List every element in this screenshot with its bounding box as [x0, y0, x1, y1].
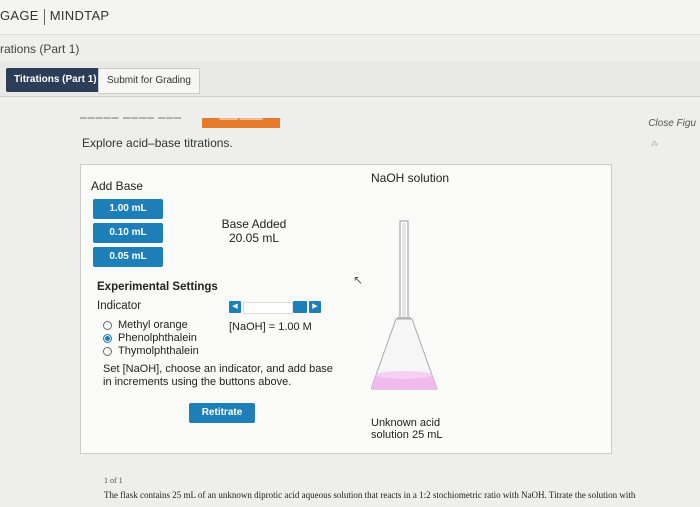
tab-bar: Titrations (Part 1) Submit for Grading [0, 62, 700, 97]
sim-icon: ⁂ [651, 141, 658, 148]
naoh-solution-label: NaOH solution [371, 171, 450, 185]
intro-text: Explore acid–base titrations. [82, 136, 233, 150]
page-number: 1 of 1 [104, 476, 123, 485]
interactive-figure-link[interactable]: ▔▔▔▔▔ ▔▔▔▔ ▔▔▔ [80, 118, 182, 129]
indicator-thymolphthalein[interactable]: Thymolphthalein [103, 345, 199, 357]
slider-track[interactable] [243, 302, 293, 314]
add-0-1-ml-button[interactable]: 0.10 mL [93, 223, 163, 243]
settings-title: Experimental Settings [97, 281, 218, 293]
add-base-label: Add Base [91, 179, 144, 193]
brand-cengage: GAGE [0, 8, 39, 23]
unknown-acid-name: Unknown acid [371, 417, 441, 429]
retitrate-button[interactable]: Retitrate [189, 403, 255, 423]
unknown-acid-label: Unknown acid solution 25 mL [371, 417, 443, 441]
base-added-value: 20.05 mL [228, 231, 280, 245]
base-added-readout: Base Added 20.05 mL [219, 217, 289, 245]
unknown-acid-volume: solution 25 mL [371, 429, 443, 441]
brand-mindtap: MINDTAP [49, 8, 110, 23]
slider-thumb[interactable] [293, 301, 307, 313]
chevron-left-icon[interactable]: ◀ [229, 301, 241, 313]
indicator-option-label: Phenolphthalein [118, 332, 197, 344]
tab-titrations-part-1[interactable]: Titrations (Part 1) [6, 68, 105, 92]
breadcrumb: rations (Part 1) [0, 42, 80, 56]
solution-surface [376, 371, 432, 379]
indicator-option-label: Methyl orange [118, 319, 188, 331]
orange-button-text: ▔▔▔▔ ▔▔▔▔▔ [219, 120, 263, 126]
close-figure-link[interactable]: Close Figu [648, 118, 696, 129]
naoh-concentration: [NaOH] = 1.00 M [229, 321, 312, 333]
orange-action-button[interactable]: ▔▔▔▔ ▔▔▔▔▔ [202, 118, 280, 128]
burette-flask-apparatus [371, 220, 438, 390]
add-1-ml-button[interactable]: 1.00 mL [93, 199, 163, 219]
radio-button[interactable] [103, 320, 112, 330]
top-bar: GAGE MINDTAP [0, 0, 700, 35]
indicator-phenolphthalein[interactable]: Phenolphthalein [103, 332, 197, 344]
burette-liquid [402, 223, 406, 319]
base-added-label: Base Added [221, 217, 287, 231]
mouse-cursor-icon: ↖ [353, 273, 364, 287]
radio-button-selected[interactable] [103, 333, 112, 343]
add-0-05-ml-button[interactable]: 0.05 mL [93, 247, 163, 267]
naoh-concentration-slider[interactable]: ◀ ▶ [229, 299, 321, 315]
titration-simulation: Add Base 1.00 mL 0.10 mL 0.05 mL Base Ad… [80, 164, 612, 454]
radio-button[interactable] [103, 346, 112, 356]
indicator-methyl-orange[interactable]: Methyl orange [103, 319, 188, 331]
brand-logo: GAGE MINDTAP [0, 8, 109, 25]
indicator-label: Indicator [97, 300, 142, 312]
brand-divider [43, 8, 45, 25]
indicator-option-label: Thymolphthalein [118, 345, 199, 357]
instructions-text: Set [NaOH], choose an indicator, and add… [103, 363, 333, 388]
question-text: The flask contains 25 mL of an unknown d… [104, 490, 636, 500]
tab-submit-for-grading[interactable]: Submit for Grading [98, 68, 200, 94]
chevron-right-icon[interactable]: ▶ [309, 301, 321, 313]
